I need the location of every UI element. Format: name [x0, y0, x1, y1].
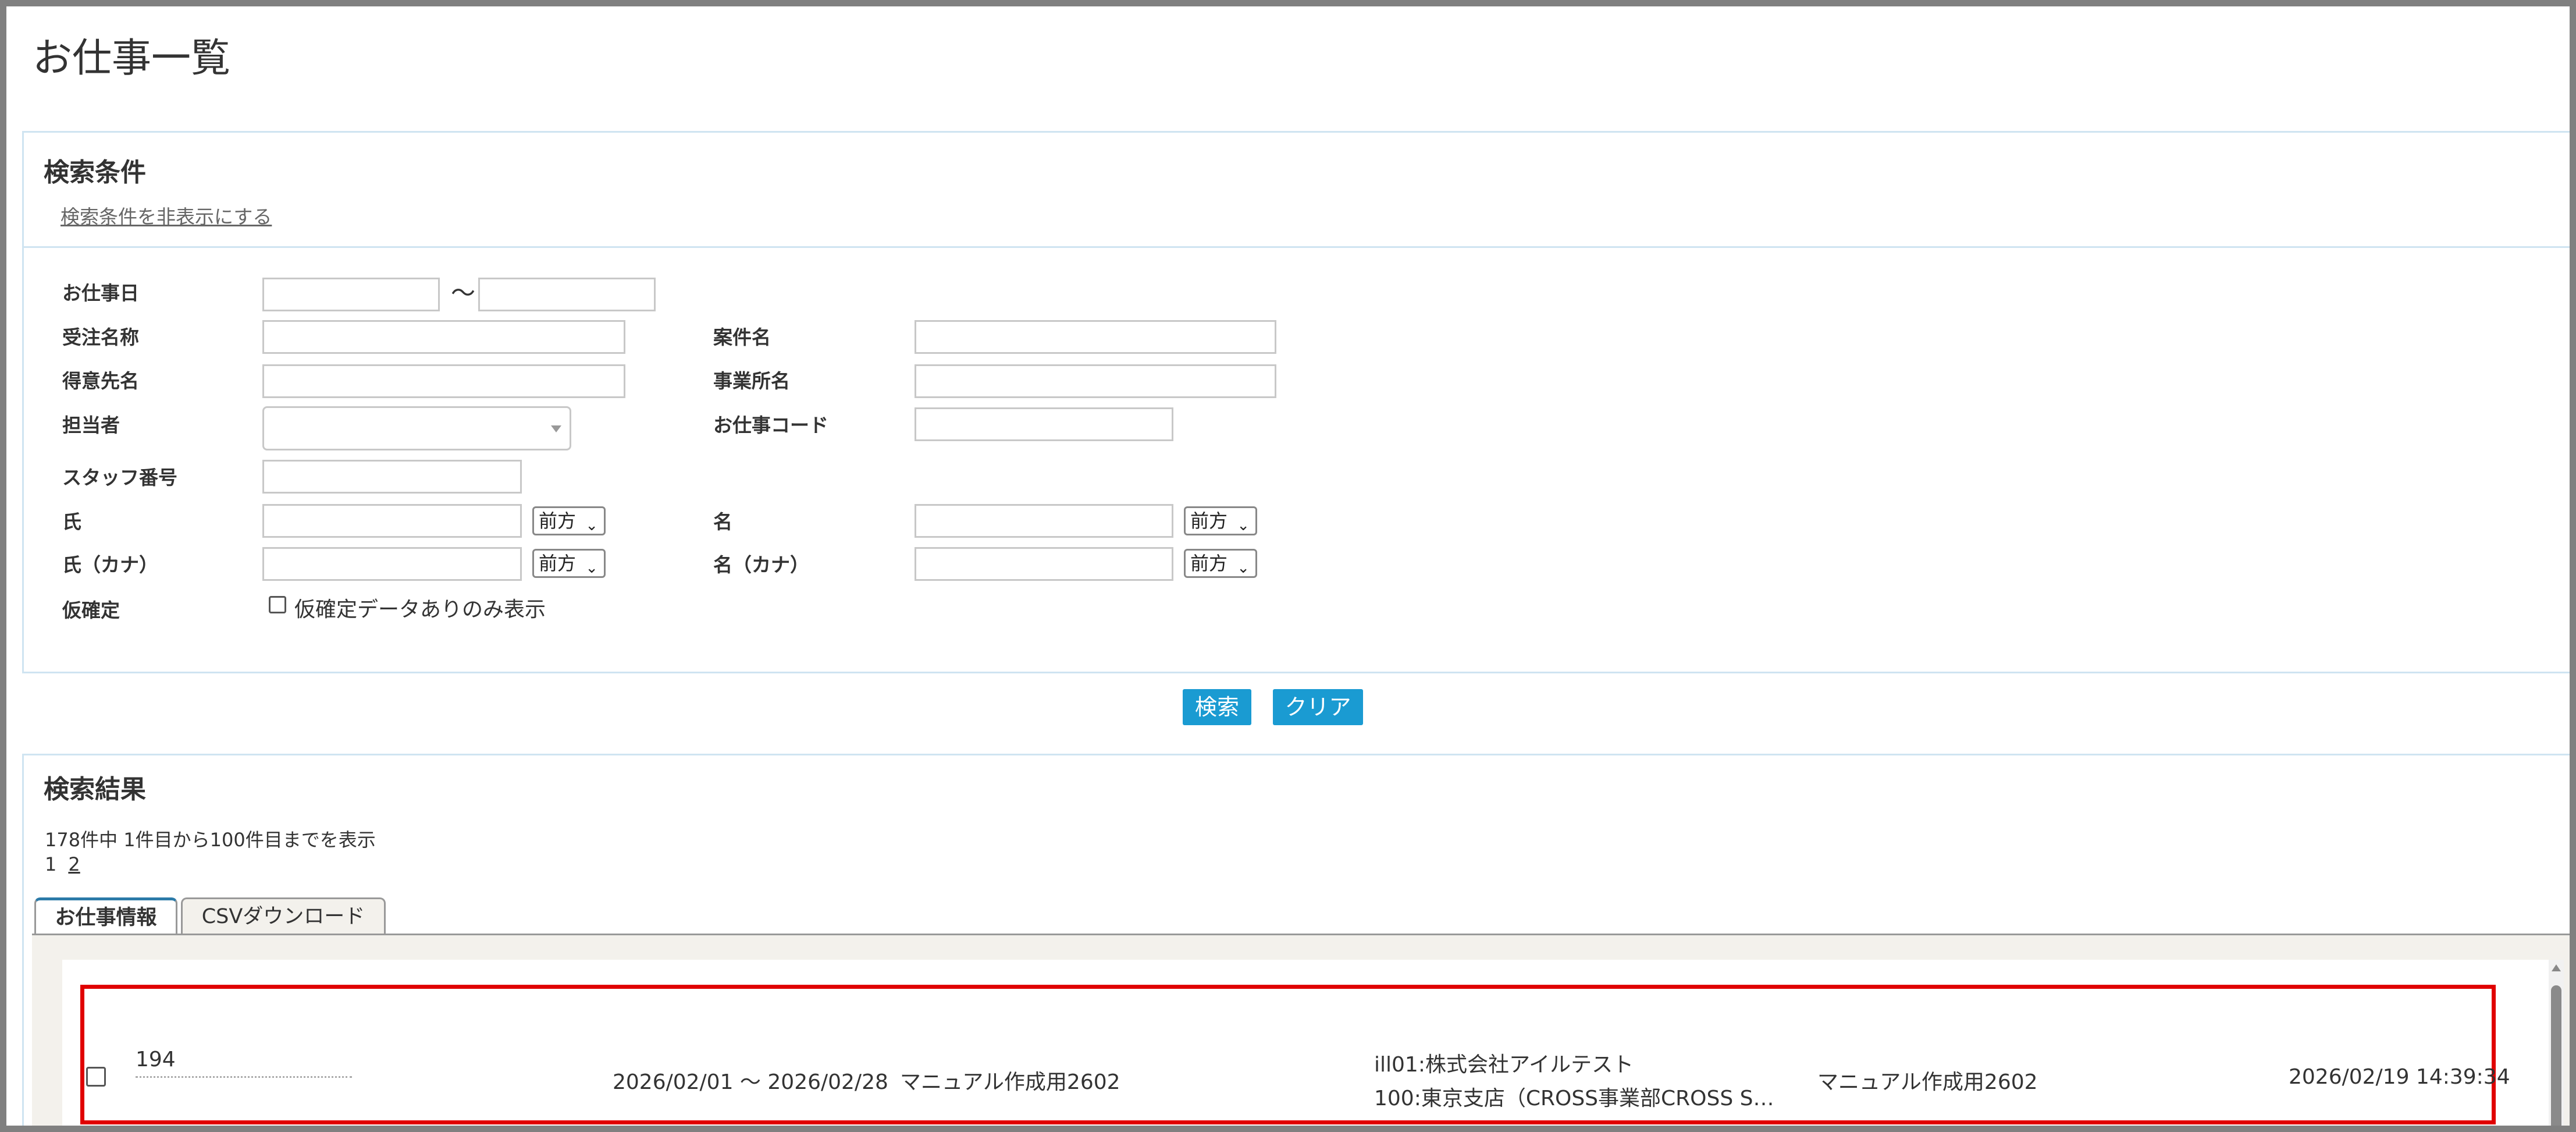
- tab-work-info[interactable]: お仕事情報: [34, 897, 177, 934]
- work-date-label: お仕事日: [62, 282, 139, 304]
- chevron-down-icon: ⌄: [1237, 517, 1250, 534]
- last-name-kana-match-value: 前方: [539, 552, 577, 574]
- customer-name-label: 得意先名: [62, 370, 139, 392]
- pagination: 12: [45, 853, 80, 875]
- search-conditions-header: 検索条件 検索条件を非表示にする: [24, 133, 2576, 248]
- project-name-label: 案件名: [713, 326, 771, 349]
- date-range-separator: 〜: [451, 279, 476, 307]
- first-name-label: 名: [713, 510, 732, 533]
- row-updated-at: 2026/02/19 14:39:34: [2289, 1065, 2510, 1089]
- row-select-checkbox[interactable]: [86, 1067, 106, 1087]
- last-name-label: 氏: [62, 510, 81, 533]
- work-date-to-input[interactable]: [478, 278, 656, 311]
- result-count-text: 178件中 1件目から100件目までを表示: [45, 829, 376, 851]
- work-code-label: お仕事コード: [713, 414, 828, 437]
- office-name-input[interactable]: [915, 364, 1276, 398]
- tab-csv-download[interactable]: CSVダウンロード: [181, 897, 386, 934]
- last-name-match-select[interactable]: 前方 ⌄: [532, 506, 606, 535]
- last-name-match-value: 前方: [539, 510, 577, 532]
- row-customer: ill01:株式会社アイルテスト: [1374, 1053, 1634, 1077]
- row-order-name: マニュアル作成用2602: [900, 1070, 1120, 1094]
- last-name-kana-match-select[interactable]: 前方 ⌄: [532, 549, 606, 578]
- row-project-name: マニュアル作成用2602: [1817, 1070, 2038, 1094]
- order-name-input[interactable]: [262, 320, 625, 354]
- office-name-label: 事業所名: [713, 370, 790, 392]
- last-name-kana-input[interactable]: [262, 547, 522, 581]
- scroll-up-arrow-icon[interactable]: [2552, 964, 2561, 971]
- first-name-match-select[interactable]: 前方 ⌄: [1184, 506, 1257, 535]
- page-title: お仕事一覧: [33, 36, 231, 81]
- search-conditions-title: 検索条件: [44, 158, 146, 187]
- assignee-label: 担当者: [62, 414, 120, 437]
- last-name-input[interactable]: [262, 504, 522, 538]
- row-work-period: 2026/02/01 〜 2026/02/28: [613, 1070, 888, 1094]
- chevron-down-icon: ⌄: [585, 559, 598, 577]
- chevron-down-icon: ⌄: [585, 517, 598, 534]
- project-name-input[interactable]: [915, 320, 1276, 354]
- provisional-only-checkbox[interactable]: [269, 596, 286, 613]
- hide-search-conditions-link[interactable]: 検索条件を非表示にする: [61, 201, 272, 229]
- staff-number-input[interactable]: [262, 460, 522, 494]
- provisional-label: 仮確定: [62, 599, 120, 622]
- first-name-kana-label: 名（カナ）: [713, 553, 809, 576]
- page-link-2[interactable]: 2: [68, 853, 80, 875]
- last-name-kana-label: 氏（カナ）: [62, 553, 158, 576]
- page-current: 1: [45, 853, 57, 875]
- first-name-kana-input[interactable]: [915, 547, 1173, 581]
- staff-number-label: スタッフ番号: [62, 466, 177, 489]
- first-name-kana-match-select[interactable]: 前方 ⌄: [1184, 549, 1257, 578]
- order-name-label: 受注名称: [62, 326, 139, 349]
- grid-scrollbar[interactable]: [2549, 960, 2564, 1132]
- row-work-code[interactable]: 194: [136, 1048, 352, 1078]
- first-name-match-value: 前方: [1190, 510, 1228, 532]
- assignee-select[interactable]: [262, 406, 571, 450]
- clear-button[interactable]: クリア: [1273, 689, 1363, 725]
- first-name-kana-match-value: 前方: [1190, 552, 1228, 574]
- row-office: 100:東京支店（CROSS事業部CROSS S…: [1374, 1087, 1774, 1110]
- search-button[interactable]: 検索: [1183, 689, 1251, 725]
- work-date-from-input[interactable]: [262, 278, 440, 311]
- chevron-down-icon: ⌄: [1237, 559, 1250, 577]
- table-row[interactable]: [80, 985, 2496, 1124]
- work-code-input[interactable]: [915, 407, 1173, 441]
- search-results-title: 検索結果: [44, 775, 146, 804]
- chevron-down-icon: [551, 425, 561, 432]
- customer-name-input[interactable]: [262, 364, 625, 398]
- scrollbar-thumb[interactable]: [2551, 985, 2561, 1132]
- first-name-input[interactable]: [915, 504, 1173, 538]
- provisional-only-checkbox-label: 仮確定データありのみ表示: [294, 598, 546, 622]
